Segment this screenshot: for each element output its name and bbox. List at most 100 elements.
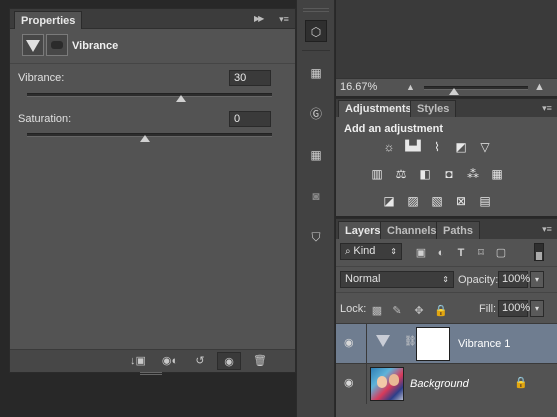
lock-transparent-pixels-icon[interactable]: ▩ bbox=[370, 304, 384, 318]
vibrance-label: Vibrance: bbox=[18, 72, 65, 84]
icon-dock: ⬡ ▦ Ⓖ ▦ ◙ ⛉ bbox=[296, 0, 335, 417]
filter-toggle-switch[interactable] bbox=[534, 243, 544, 261]
clip-to-layer-icon[interactable]: ↓▣ bbox=[126, 352, 150, 370]
properties-header-title: Vibrance bbox=[72, 40, 119, 52]
tab-channels[interactable]: Channels bbox=[380, 221, 444, 239]
reset-adjustment-icon[interactable]: ↺ bbox=[188, 352, 212, 370]
view-previous-state-icon[interactable]: ◉◐ bbox=[158, 352, 182, 370]
zoom-out-icon[interactable]: ▲ bbox=[406, 83, 418, 92]
levels-icon[interactable]: ▙▟ bbox=[404, 139, 422, 155]
type-filter-icon[interactable]: T bbox=[454, 246, 468, 260]
layer-name-background[interactable]: Background bbox=[410, 378, 469, 390]
vibrance-adjustment-icon bbox=[22, 34, 44, 56]
layer-filter-select[interactable]: ⌕ Kind ⇕ bbox=[340, 243, 402, 260]
adjustment-properties-dock-icon[interactable]: ⬡ bbox=[305, 20, 327, 42]
layers-divider bbox=[336, 266, 557, 267]
lock-position-icon[interactable]: ✥ bbox=[412, 304, 426, 318]
selective-color-icon[interactable]: ⊠ bbox=[452, 193, 470, 209]
brightness-contrast-icon[interactable]: ☼ bbox=[380, 139, 398, 155]
fill-dropdown-icon[interactable]: ▾ bbox=[530, 300, 544, 317]
fill-input[interactable]: 100% bbox=[498, 300, 530, 317]
zoom-slider-thumb[interactable] bbox=[449, 88, 459, 95]
select-arrows-icon: ⇕ bbox=[442, 275, 449, 284]
photo-filter-icon[interactable]: ◘ bbox=[440, 166, 458, 182]
camera-icon[interactable]: ◙ bbox=[305, 185, 327, 207]
saturation-slider-thumb[interactable] bbox=[140, 135, 150, 142]
shield-k-icon[interactable]: ⛉ bbox=[305, 226, 327, 248]
panel-menu-icon[interactable]: ▾≡ bbox=[276, 13, 292, 25]
gradient-map-icon[interactable]: ▤ bbox=[476, 193, 494, 209]
curves-icon[interactable]: ⌇ bbox=[428, 139, 446, 155]
threshold-icon[interactable]: ▧ bbox=[428, 193, 446, 209]
tab-styles-label: Styles bbox=[417, 103, 450, 115]
layer-name-vibrance[interactable]: Vibrance 1 bbox=[458, 338, 510, 350]
layer-row-vibrance[interactable]: ◉ ⛓ Vibrance 1 bbox=[336, 323, 557, 364]
invert-icon[interactable]: ◪ bbox=[380, 193, 398, 209]
tab-styles[interactable]: Styles bbox=[410, 100, 457, 117]
library-folder-icon[interactable]: ▦ bbox=[305, 144, 327, 166]
opacity-label: Opacity: bbox=[458, 274, 499, 286]
mask-link-icon[interactable]: ⛓ bbox=[404, 336, 417, 352]
blend-mode-select[interactable]: Normal ⇕ bbox=[340, 271, 454, 288]
lock-all-icon[interactable]: 🔒 bbox=[434, 304, 448, 318]
row-divider bbox=[366, 324, 367, 364]
header-divider bbox=[10, 63, 295, 64]
adjustment-filter-icon[interactable]: ◐ bbox=[434, 246, 448, 260]
black-white-icon[interactable]: ◧ bbox=[416, 166, 434, 182]
background-image-thumbnail[interactable] bbox=[370, 367, 404, 401]
delete-adjustment-icon[interactable]: 🗑 bbox=[248, 352, 272, 370]
hue-saturation-icon[interactable]: ▥ bbox=[368, 166, 386, 182]
tab-paths-label: Paths bbox=[443, 225, 473, 237]
toggle-visibility-icon[interactable]: ◉ bbox=[217, 352, 241, 370]
layer-mask-thumbnail[interactable] bbox=[416, 327, 450, 361]
select-arrows-icon: ⇕ bbox=[390, 247, 397, 256]
navigator-preview[interactable] bbox=[336, 0, 557, 78]
saturation-label: Saturation: bbox=[18, 113, 72, 125]
layer-row-background[interactable]: ◉ Background 🔒 bbox=[336, 363, 557, 404]
channel-mixer-icon[interactable]: ⁂ bbox=[464, 166, 482, 182]
opacity-dropdown-icon[interactable]: ▾ bbox=[530, 271, 544, 288]
resize-grip[interactable] bbox=[140, 372, 162, 375]
visibility-eye-icon[interactable]: ◉ bbox=[344, 377, 360, 389]
layer-lock-icon[interactable]: 🔒 bbox=[514, 376, 528, 390]
exposure-icon[interactable]: ◩ bbox=[452, 139, 470, 155]
navigator-zoom-row: 16.67% ▲ ▲ bbox=[336, 78, 557, 96]
color-lookup-icon[interactable]: ▦ bbox=[488, 166, 506, 182]
tab-layers-label: Layers bbox=[345, 225, 381, 237]
saturation-input[interactable]: 0 bbox=[229, 111, 271, 127]
dock-grip[interactable] bbox=[303, 8, 329, 12]
tab-channels-label: Channels bbox=[387, 225, 437, 237]
shape-filter-icon[interactable]: ⌑ bbox=[474, 246, 488, 260]
posterize-icon[interactable]: ▨ bbox=[404, 193, 422, 209]
zoom-in-icon[interactable]: ▲ bbox=[534, 82, 548, 93]
layer-mask-icon[interactable] bbox=[46, 34, 68, 56]
lock-label: Lock: bbox=[340, 303, 367, 315]
layers-menu-icon[interactable]: ▾≡ bbox=[539, 223, 555, 235]
vibrance-input[interactable]: 30 bbox=[229, 70, 271, 86]
layers-tabbar: Layers Channels Paths ▾≡ bbox=[336, 219, 557, 239]
opacity-input[interactable]: 100% bbox=[498, 271, 530, 288]
visibility-eye-icon[interactable]: ◉ bbox=[344, 337, 360, 349]
zoom-value[interactable]: 16.67% bbox=[340, 81, 377, 93]
properties-footer: ↓▣ ◉◐ ↺ ◉ 🗑 bbox=[10, 349, 295, 372]
tab-adjustments[interactable]: Adjustments bbox=[338, 100, 419, 117]
vibrance-slider-track[interactable] bbox=[27, 93, 272, 97]
swatches-folder-icon[interactable]: ▦ bbox=[305, 62, 327, 84]
color-balance-icon[interactable]: ⚖ bbox=[392, 166, 410, 182]
tab-adjustments-label: Adjustments bbox=[345, 103, 412, 115]
adjustments-menu-icon[interactable]: ▾≡ bbox=[539, 102, 555, 114]
blend-mode-value: Normal bbox=[345, 273, 381, 285]
gg-plugin-icon[interactable]: Ⓖ bbox=[305, 103, 327, 125]
zoom-slider-track[interactable] bbox=[424, 86, 528, 90]
lock-image-pixels-icon[interactable]: ✎ bbox=[390, 304, 404, 318]
smart-object-filter-icon[interactable]: ▢ bbox=[494, 246, 508, 260]
tab-properties[interactable]: Properties bbox=[14, 11, 83, 29]
vibrance-icon[interactable]: ▽ bbox=[476, 139, 494, 155]
tab-paths[interactable]: Paths bbox=[436, 221, 480, 239]
pixel-filter-icon[interactable]: ▣ bbox=[414, 246, 428, 260]
properties-panel: Properties ▶▶ ▾≡ Vibrance Vibrance: 30 S… bbox=[9, 8, 296, 373]
fill-label: Fill: bbox=[479, 303, 497, 315]
vibrance-slider-thumb[interactable] bbox=[176, 95, 186, 102]
adjustments-panel: Adjustments Styles ▾≡ Add an adjustment … bbox=[336, 98, 557, 216]
collapse-panel-icon[interactable]: ▶▶ bbox=[254, 13, 270, 25]
